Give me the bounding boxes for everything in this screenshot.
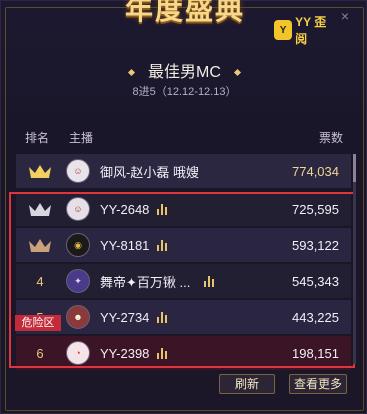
scrollbar-thumb[interactable] bbox=[353, 154, 356, 182]
close-icon[interactable]: × bbox=[338, 9, 352, 23]
table-row[interactable]: 6 ◔ YY-2398 198,151 bbox=[16, 336, 351, 370]
avatar[interactable]: ✦ bbox=[66, 269, 90, 293]
table-row[interactable]: 4 ✦ 舞帝✦百万锹 ... 545,343 bbox=[16, 264, 351, 298]
header-rank: 排名 bbox=[25, 131, 50, 145]
host-name[interactable]: YY-2734 bbox=[100, 310, 149, 325]
table-row[interactable]: ☺ YY-2648 725,595 bbox=[16, 192, 351, 226]
mascot-icon: Y bbox=[274, 20, 293, 40]
award-panel: 年度盛典 Y YY 歪阅 × 最佳男MC 8进5（12.12-12.13） 排名… bbox=[0, 0, 367, 414]
header-votes: 票数 bbox=[318, 131, 343, 145]
vote-count: 443,225 bbox=[292, 309, 339, 325]
vote-count: 198,151 bbox=[292, 345, 339, 361]
signal-bars-icon bbox=[157, 239, 171, 251]
rank-cell bbox=[16, 201, 64, 217]
host-name[interactable]: 舞帝✦百万锹 ... bbox=[100, 272, 190, 291]
header-host: 主播 bbox=[69, 131, 94, 145]
table-row[interactable]: 5 ☻ YY-2734 443,225 bbox=[16, 300, 351, 334]
vote-count: 593,122 bbox=[292, 237, 339, 253]
table-row[interactable]: ◉ YY-8181 593,122 bbox=[16, 228, 351, 262]
banner-title: 年度盛典 bbox=[124, 0, 245, 26]
host-name[interactable]: YY-2648 bbox=[100, 202, 149, 217]
award-subtitle: 8进5（12.12-12.13） bbox=[132, 86, 237, 98]
view-more-button[interactable]: 查看更多 bbox=[289, 374, 347, 394]
table-row[interactable]: ☺ 御风-赵小磊 哦嫂 774,034 bbox=[16, 154, 351, 188]
gold-crown-icon bbox=[29, 165, 51, 178]
avatar[interactable]: ◔ bbox=[66, 341, 90, 365]
host-name[interactable]: YY-8181 bbox=[100, 238, 149, 253]
vote-count: 545,343 bbox=[292, 273, 339, 289]
avatar[interactable]: ◉ bbox=[66, 233, 90, 257]
vote-count: 774,034 bbox=[292, 163, 339, 179]
signal-bars-icon bbox=[157, 311, 171, 323]
yy-logo: Y YY 歪阅 bbox=[274, 15, 334, 46]
signal-bars-icon bbox=[204, 275, 218, 287]
avatar[interactable]: ☻ bbox=[66, 305, 90, 329]
vote-count: 725,595 bbox=[292, 201, 339, 217]
bronze-crown-icon bbox=[29, 239, 51, 252]
award-title: 最佳男MC bbox=[1, 58, 367, 82]
signal-bars-icon bbox=[157, 347, 171, 359]
avatar[interactable]: ☺ bbox=[66, 197, 90, 221]
rank-number: 6 bbox=[36, 345, 44, 361]
signal-bars-icon bbox=[157, 203, 171, 215]
danger-zone-badge: 危险区 bbox=[15, 315, 61, 331]
host-name[interactable]: 御风-赵小磊 哦嫂 bbox=[100, 162, 199, 181]
silver-crown-icon bbox=[29, 203, 51, 216]
diamond-icon bbox=[127, 69, 135, 77]
refresh-button[interactable]: 刷新 bbox=[219, 374, 275, 394]
brand-label: YY 歪阅 bbox=[295, 15, 327, 46]
rank-number: 4 bbox=[36, 273, 44, 289]
rank-cell bbox=[16, 163, 64, 179]
award-title-text: 最佳男MC bbox=[148, 64, 221, 81]
host-name[interactable]: YY-2398 bbox=[100, 346, 149, 361]
diamond-icon bbox=[234, 69, 242, 77]
rank-cell bbox=[16, 237, 64, 253]
scrollbar-track[interactable] bbox=[353, 154, 356, 364]
avatar[interactable]: ☺ bbox=[66, 159, 90, 183]
